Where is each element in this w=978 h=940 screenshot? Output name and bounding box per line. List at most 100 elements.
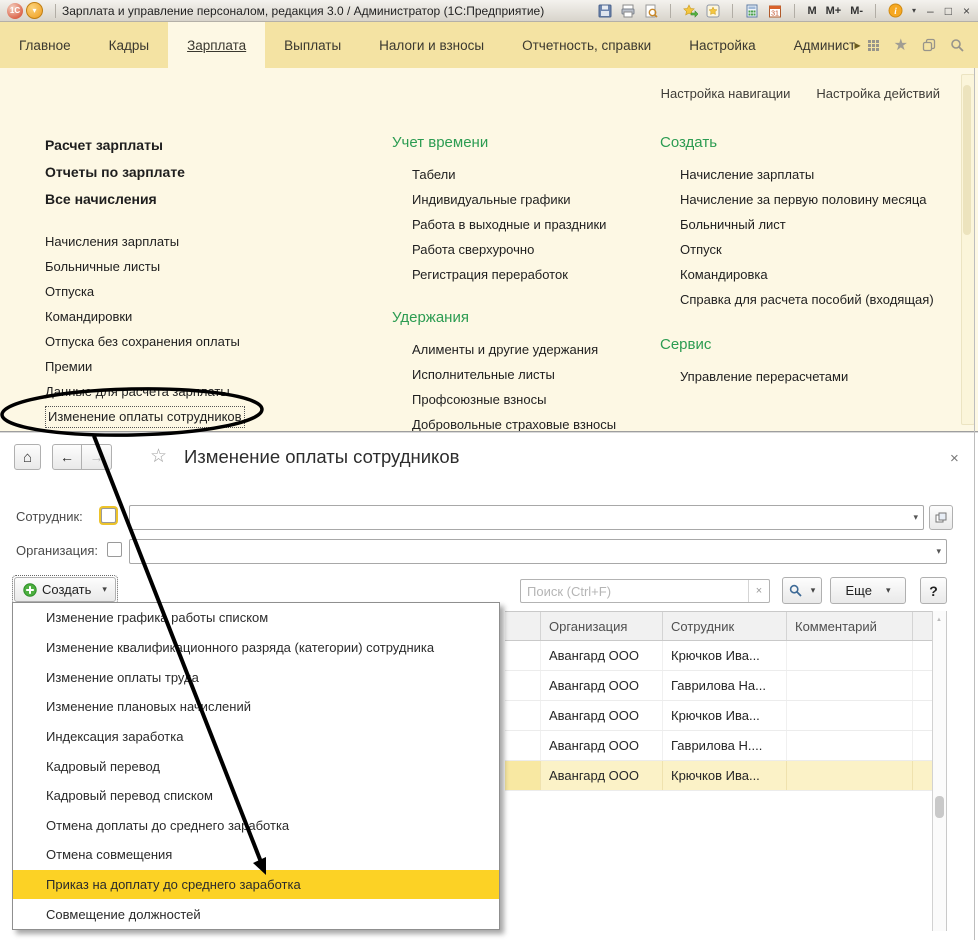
focused-nav-item[interactable]: Изменение оплаты сотрудников [45,406,245,428]
nav-item-otpuska-bez-sohraneniya[interactable]: Отпуска без сохранения оплаты [45,329,375,354]
info-icon[interactable]: i [885,2,905,20]
table-header-employee[interactable]: Сотрудник [663,612,787,640]
tab-otchetnost[interactable]: Отчетность, справки [503,22,670,68]
table-header-empty[interactable] [505,612,541,640]
tab-nastroyka[interactable]: Настройка [670,22,774,68]
employee-filter-checkbox[interactable] [101,508,116,523]
tab-kadry[interactable]: Кадры [90,22,168,68]
nav-item-komandirovka[interactable]: Командировка [680,262,960,287]
all-functions-grid-icon[interactable] [867,39,880,52]
tab-zarplata[interactable]: Зарплата [168,22,265,68]
nav-item-otpuska[interactable]: Отпуска [45,279,375,304]
minimize-button[interactable]: – [923,4,938,18]
organization-input[interactable] [129,539,947,564]
global-search-icon[interactable] [950,38,964,52]
print-icon[interactable] [618,2,638,20]
menu-item-highlighted[interactable]: Приказ на доплату до среднего заработка [13,870,499,900]
favorites-icon[interactable] [703,2,723,20]
nav-item-bolnichnye-listy[interactable]: Больничные листы [45,254,375,279]
calculator-icon[interactable] [742,2,762,20]
calendar-icon[interactable]: 31 [765,2,785,20]
nav-item-nachisleniya-zarplaty[interactable]: Начисления зарплаты [45,229,375,254]
tab-vyplaty[interactable]: Выплаты [265,22,360,68]
nav-item-ispolnitelnye-listy[interactable]: Исполнительные листы [412,362,654,387]
employee-choose-button[interactable] [929,505,953,530]
nav-item-rabota-sverhurochno[interactable]: Работа сверхурочно [412,237,654,262]
nav-item-rabota-v-vyhodnye[interactable]: Работа в выходные и праздники [412,212,654,237]
menu-item[interactable]: Совмещение должностей [13,899,499,929]
organization-filter-checkbox[interactable] [107,542,122,557]
close-window-button[interactable]: × [959,4,974,18]
table-header-organization[interactable]: Организация [541,612,663,640]
create-button[interactable]: Создать ▾ [14,577,116,602]
nav-item-dobrovolnye-strahovye[interactable]: Добровольные страховые взносы [412,412,654,432]
home-button[interactable]: ⌂ [14,444,41,470]
table-scrollbar[interactable]: ▲ [932,611,947,931]
memory-recall-button[interactable]: M [804,5,819,17]
add-favorite-icon[interactable] [680,2,700,20]
nav-item-izmenenie-oplaty-sotrudnikov[interactable]: Изменение оплаты сотрудников [45,404,375,429]
nav-item-nachislenie-za-pervuyu-polovinu[interactable]: Начисление за первую половину месяца [680,187,960,212]
nav-item-nachislenie-zarplaty[interactable]: Начисление зарплаты [680,162,960,187]
info-dropdown-icon[interactable]: ▾ [908,6,920,15]
navigation-settings-link[interactable]: Настройка навигации [661,86,791,101]
menu-item[interactable]: Изменение оплаты труда [13,662,499,692]
scroll-up-icon[interactable]: ▲ [936,617,942,623]
table-row[interactable]: Авангард ООО Крючков Ива... [505,701,932,731]
nav-item-otpusk[interactable]: Отпуск [680,237,960,262]
forward-button[interactable]: → [82,444,112,470]
tabs-overflow-icon[interactable]: ▶ [855,22,867,68]
nav-item-raschet-zarplaty[interactable]: Расчет зарплаты [45,132,375,159]
advanced-search-button[interactable]: ▾ [782,577,822,604]
nav-item-dannye-dlya-rascheta[interactable]: Данные для расчета зарплаты [45,379,375,404]
form-close-icon[interactable]: × [950,450,959,467]
search-input[interactable] [521,581,748,601]
menu-item[interactable]: Кадровый перевод [13,751,499,781]
table-row[interactable]: Авангард ООО Гаврилова Н.... [505,731,932,761]
more-button[interactable]: Еще ▾ [830,577,906,604]
table-row[interactable]: Авангард ООО Гаврилова На... [505,671,932,701]
table-header-comment[interactable]: Комментарий [787,612,913,640]
nav-item-premii[interactable]: Премии [45,354,375,379]
employee-input[interactable] [129,505,924,530]
nav-item-upravlenie-pereraschetami[interactable]: Управление перерасчетами [680,364,960,389]
table-row-selected[interactable]: Авангард ООО Крючков Ива... [505,761,932,791]
nav-item-alimenty[interactable]: Алименты и другие удержания [412,337,654,362]
nav-item-profsoyuznye-vznosy[interactable]: Профсоюзные взносы [412,387,654,412]
nav-item-tabeli[interactable]: Табели [412,162,654,187]
menu-item[interactable]: Изменение плановых начислений [13,692,499,722]
nav-item-komandirovki[interactable]: Командировки [45,304,375,329]
tab-nalogi[interactable]: Налоги и взносы [360,22,503,68]
menu-item[interactable]: Индексация заработка [13,722,499,752]
actions-settings-link[interactable]: Настройка действий [816,86,940,101]
table-scrollbar-thumb[interactable] [935,796,944,818]
memory-add-button[interactable]: M+ [823,5,845,17]
nav-item-vse-nachisleniya[interactable]: Все начисления [45,186,375,213]
tab-administrirovanie[interactable]: Администрирова [775,22,855,68]
menu-item[interactable]: Отмена совмещения [13,840,499,870]
favorites-star-icon[interactable]: ★ [894,35,908,55]
maximize-button[interactable]: □ [941,4,956,18]
panel-scrollbar-thumb[interactable] [963,85,971,235]
nav-item-spravka-dlya-posobiy[interactable]: Справка для расчета пособий (входящая) [680,287,960,312]
menu-item[interactable]: Изменение квалификационного разряда (кат… [13,633,499,663]
nav-item-otchety-po-zarplate[interactable]: Отчеты по зарплате [45,159,375,186]
nav-item-registratsiya-pererabotok[interactable]: Регистрация переработок [412,262,654,287]
tab-glavnoe[interactable]: Главное [0,22,90,68]
favorite-star-icon[interactable]: ☆ [150,445,167,468]
search-clear-icon[interactable]: × [748,580,769,602]
menu-item[interactable]: Изменение графика работы списком [13,603,499,633]
panel-scrollbar[interactable] [961,74,975,425]
print-preview-icon[interactable] [641,2,661,20]
nav-item-bolnichnyy-list[interactable]: Больничный лист [680,212,960,237]
nav-item-individualnye-grafiki[interactable]: Индивидуальные графики [412,187,654,212]
menu-item[interactable]: Отмена доплаты до среднего заработка [13,810,499,840]
memory-subtract-button[interactable]: M- [847,5,866,17]
save-icon[interactable] [595,2,615,20]
history-icon[interactable] [922,38,936,52]
system-menu-button[interactable]: ▾ [26,2,43,19]
help-button[interactable]: ? [920,577,947,604]
menu-item[interactable]: Кадровый перевод списком [13,781,499,811]
back-button[interactable]: ← [52,444,82,470]
table-row[interactable]: Авангард ООО Крючков Ива... [505,641,932,671]
